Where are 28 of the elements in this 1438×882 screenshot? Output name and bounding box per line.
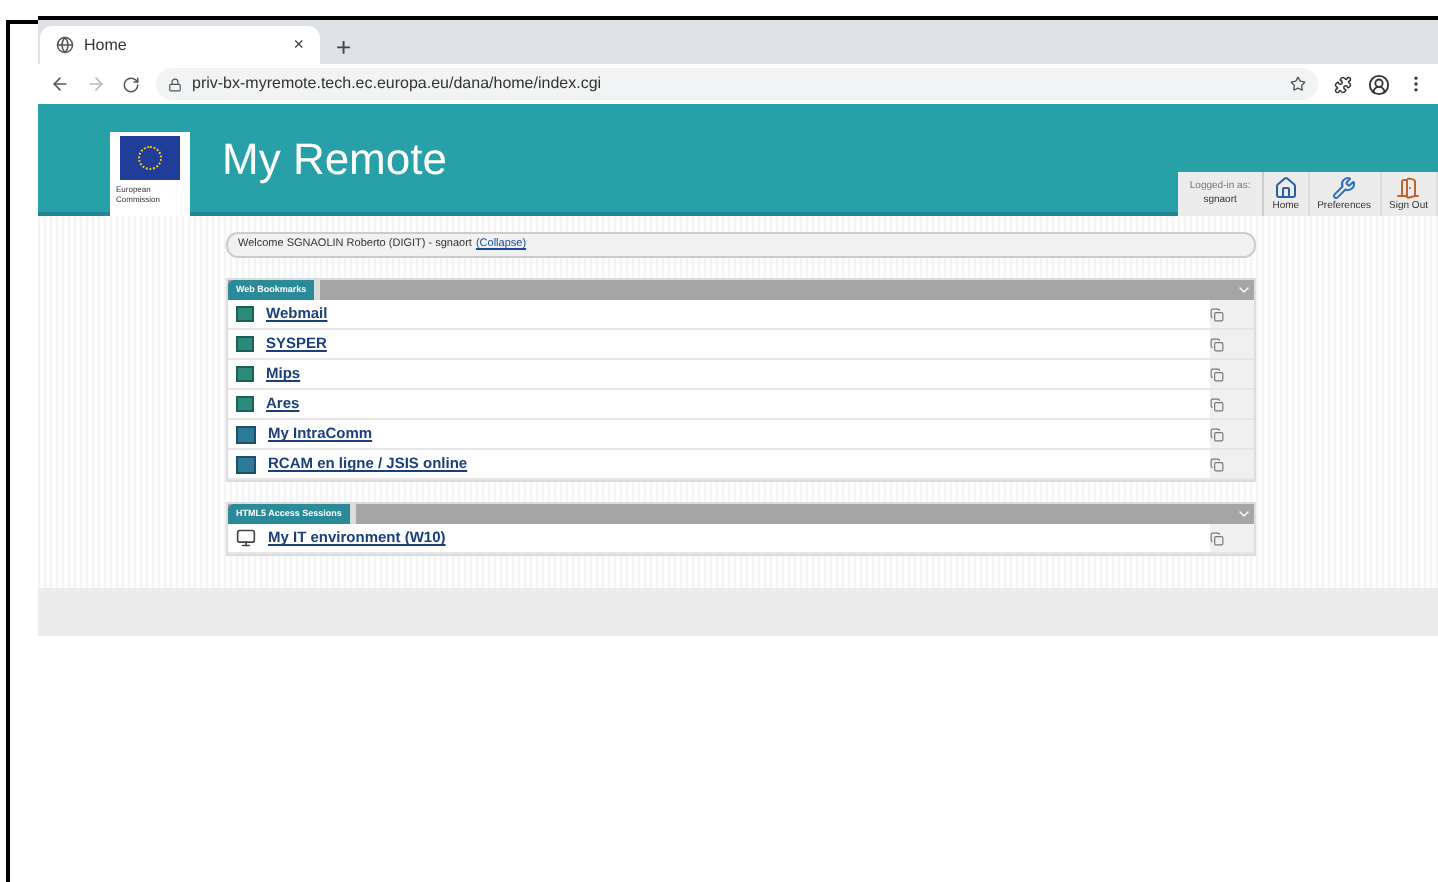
new-window-icon[interactable]	[1210, 337, 1224, 351]
eu-stars-icon	[138, 145, 162, 169]
new-window-icon[interactable]	[1210, 397, 1224, 411]
back-icon[interactable]	[50, 74, 70, 94]
tab-title: Home	[84, 33, 129, 57]
new-window-icon[interactable]	[1210, 367, 1224, 381]
new-window-icon[interactable]	[1210, 307, 1224, 321]
new-window-icon[interactable]	[1210, 457, 1224, 471]
lock-icon	[168, 77, 182, 91]
reload-icon[interactable]	[122, 75, 140, 93]
site-title: My Remote	[222, 132, 447, 188]
door-icon	[1396, 175, 1421, 199]
new-tab-button[interactable]: +	[336, 34, 352, 60]
browser-tab[interactable]: Home ×	[40, 26, 320, 64]
globe-icon	[56, 36, 74, 54]
dropdown-icon[interactable]	[1236, 282, 1252, 298]
dropdown-icon[interactable]	[1236, 506, 1252, 522]
new-window-icon[interactable]	[1210, 427, 1224, 441]
address-bar[interactable]: priv-bx-myremote.tech.ec.europa.eu/dana/home/index.cgi	[156, 68, 1318, 100]
monitor-icon	[236, 528, 256, 548]
tab-close-button[interactable]: ×	[293, 31, 304, 59]
new-window-icon[interactable]	[1210, 531, 1224, 545]
wrench-icon	[1332, 175, 1357, 199]
house-icon	[1273, 175, 1298, 199]
puzzle-icon[interactable]	[1334, 75, 1352, 93]
star-icon[interactable]	[1290, 76, 1306, 92]
url-text: priv-bx-myremote.tech.ec.europa.eu/dana/home/index.cgi	[192, 72, 604, 96]
profile-icon[interactable]	[1368, 73, 1390, 95]
